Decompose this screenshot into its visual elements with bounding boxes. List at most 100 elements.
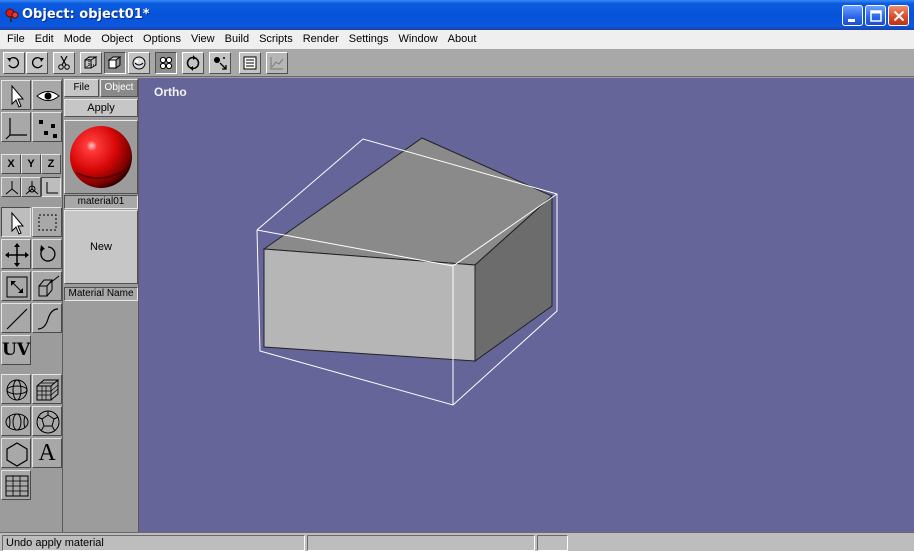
graph-icon <box>270 57 284 70</box>
menu-settings[interactable]: Settings <box>344 30 394 49</box>
material-name-display: material01 <box>64 195 138 209</box>
y-axis-label: Y <box>27 158 35 170</box>
scale-tool[interactable] <box>1 271 31 301</box>
title-bar[interactable]: Object: object01* <box>0 0 914 30</box>
text-tool-label: A <box>38 440 56 466</box>
maximize-button[interactable] <box>865 5 886 26</box>
uv-label: UV <box>2 340 31 360</box>
scale-icon <box>6 276 28 298</box>
vertex-mode-button[interactable] <box>155 52 177 74</box>
curve-tool[interactable] <box>32 303 62 333</box>
cut-button[interactable] <box>53 52 75 74</box>
shear-tool[interactable] <box>32 271 62 301</box>
move-tool[interactable] <box>1 239 31 269</box>
tab-file[interactable]: File <box>64 79 99 97</box>
redo-icon <box>32 57 44 69</box>
shear-icon <box>38 275 60 297</box>
sphere-primitive[interactable] <box>1 374 31 404</box>
material-swatch[interactable] <box>64 120 138 194</box>
world-axes-icon <box>5 181 19 195</box>
undo-icon <box>7 57 19 69</box>
line-tool[interactable] <box>1 303 31 333</box>
list-button[interactable] <box>239 52 261 74</box>
points-icon <box>39 120 57 138</box>
local-coords-toggle[interactable] <box>21 177 41 197</box>
geodesic-primitive[interactable] <box>32 406 62 436</box>
screen-coords-toggle[interactable] <box>41 177 61 197</box>
minimize-icon <box>848 19 855 22</box>
menu-render[interactable]: Render <box>298 30 344 49</box>
select-tool[interactable] <box>1 80 31 110</box>
uv-tool[interactable]: UV <box>1 335 31 365</box>
vertices-icon <box>159 56 173 70</box>
redo-button[interactable] <box>26 52 48 74</box>
pick-tool[interactable] <box>1 207 31 237</box>
wireframe-view-button[interactable] <box>80 52 102 74</box>
curve-icon <box>37 308 59 330</box>
text-primitive[interactable]: A <box>32 438 62 468</box>
material-panel: File Object Apply material01 New Materia… <box>63 78 139 532</box>
polygon-primitive[interactable] <box>1 438 31 468</box>
apply-button[interactable]: Apply <box>64 99 138 117</box>
status-bar: Undo apply material <box>0 532 914 551</box>
material-name-label: Material Name <box>64 287 138 301</box>
maximize-icon <box>870 10 882 22</box>
rotate-view-icon <box>186 55 200 71</box>
screen-axes-icon <box>46 182 58 194</box>
menu-mode[interactable]: Mode <box>59 30 97 49</box>
x-axis-label: X <box>7 158 15 170</box>
points-tool[interactable] <box>32 112 62 142</box>
y-axis-toggle[interactable]: Y <box>21 154 41 174</box>
world-coords-toggle[interactable] <box>1 177 21 197</box>
table-grid-icon <box>5 475 29 497</box>
tab-object[interactable]: Object <box>100 79 138 97</box>
light-button[interactable] <box>209 52 231 74</box>
close-button[interactable] <box>888 5 909 26</box>
marquee-icon <box>38 214 57 231</box>
menu-build[interactable]: Build <box>220 30 254 49</box>
undo-button[interactable] <box>3 52 25 74</box>
list-icon <box>243 56 257 70</box>
axis-icon <box>5 118 27 140</box>
toolbar <box>0 49 914 77</box>
smooth-view-button[interactable] <box>128 52 150 74</box>
torus-icon <box>5 413 29 431</box>
rotate-tool[interactable] <box>32 239 62 269</box>
cut-icon <box>58 55 70 70</box>
rotate-icon <box>40 245 56 262</box>
menu-edit[interactable]: Edit <box>30 30 59 49</box>
geodesic-icon <box>36 410 60 434</box>
menu-scripts[interactable]: Scripts <box>254 30 298 49</box>
menu-bar: File Edit Mode Object Options View Build… <box>0 30 914 49</box>
material-preview-sphere <box>70 126 132 188</box>
rect-select-tool[interactable] <box>32 207 62 237</box>
status-cell-2 <box>307 535 535 551</box>
menu-options[interactable]: Options <box>138 30 186 49</box>
axis-tool[interactable] <box>1 112 31 142</box>
grid-primitive[interactable] <box>1 470 31 500</box>
x-axis-toggle[interactable]: X <box>1 154 21 174</box>
menu-about[interactable]: About <box>443 30 482 49</box>
menu-file[interactable]: File <box>2 30 30 49</box>
flat-view-button[interactable] <box>104 52 126 74</box>
app-icon <box>5 8 19 22</box>
eye-tool[interactable] <box>32 80 62 110</box>
status-cell-4 <box>570 535 912 551</box>
menu-view[interactable]: View <box>186 30 220 49</box>
eye-icon <box>36 91 60 101</box>
arrow-icon <box>11 84 25 108</box>
torus-primitive[interactable] <box>1 406 31 436</box>
menu-object[interactable]: Object <box>96 30 138 49</box>
light-icon <box>214 57 227 70</box>
z-axis-toggle[interactable]: Z <box>41 154 61 174</box>
menu-window[interactable]: Window <box>394 30 443 49</box>
grid-cube-primitive[interactable] <box>32 374 62 404</box>
sphere-icon <box>6 379 28 401</box>
scene-canvas[interactable] <box>139 78 914 532</box>
new-material-button[interactable]: New <box>64 210 138 284</box>
rotate-view-button[interactable] <box>182 52 204 74</box>
minimize-button[interactable] <box>842 5 863 26</box>
sphere-shaded-icon <box>132 56 146 70</box>
3d-viewport[interactable]: Ortho <box>139 78 914 532</box>
graph-button[interactable] <box>266 52 288 74</box>
